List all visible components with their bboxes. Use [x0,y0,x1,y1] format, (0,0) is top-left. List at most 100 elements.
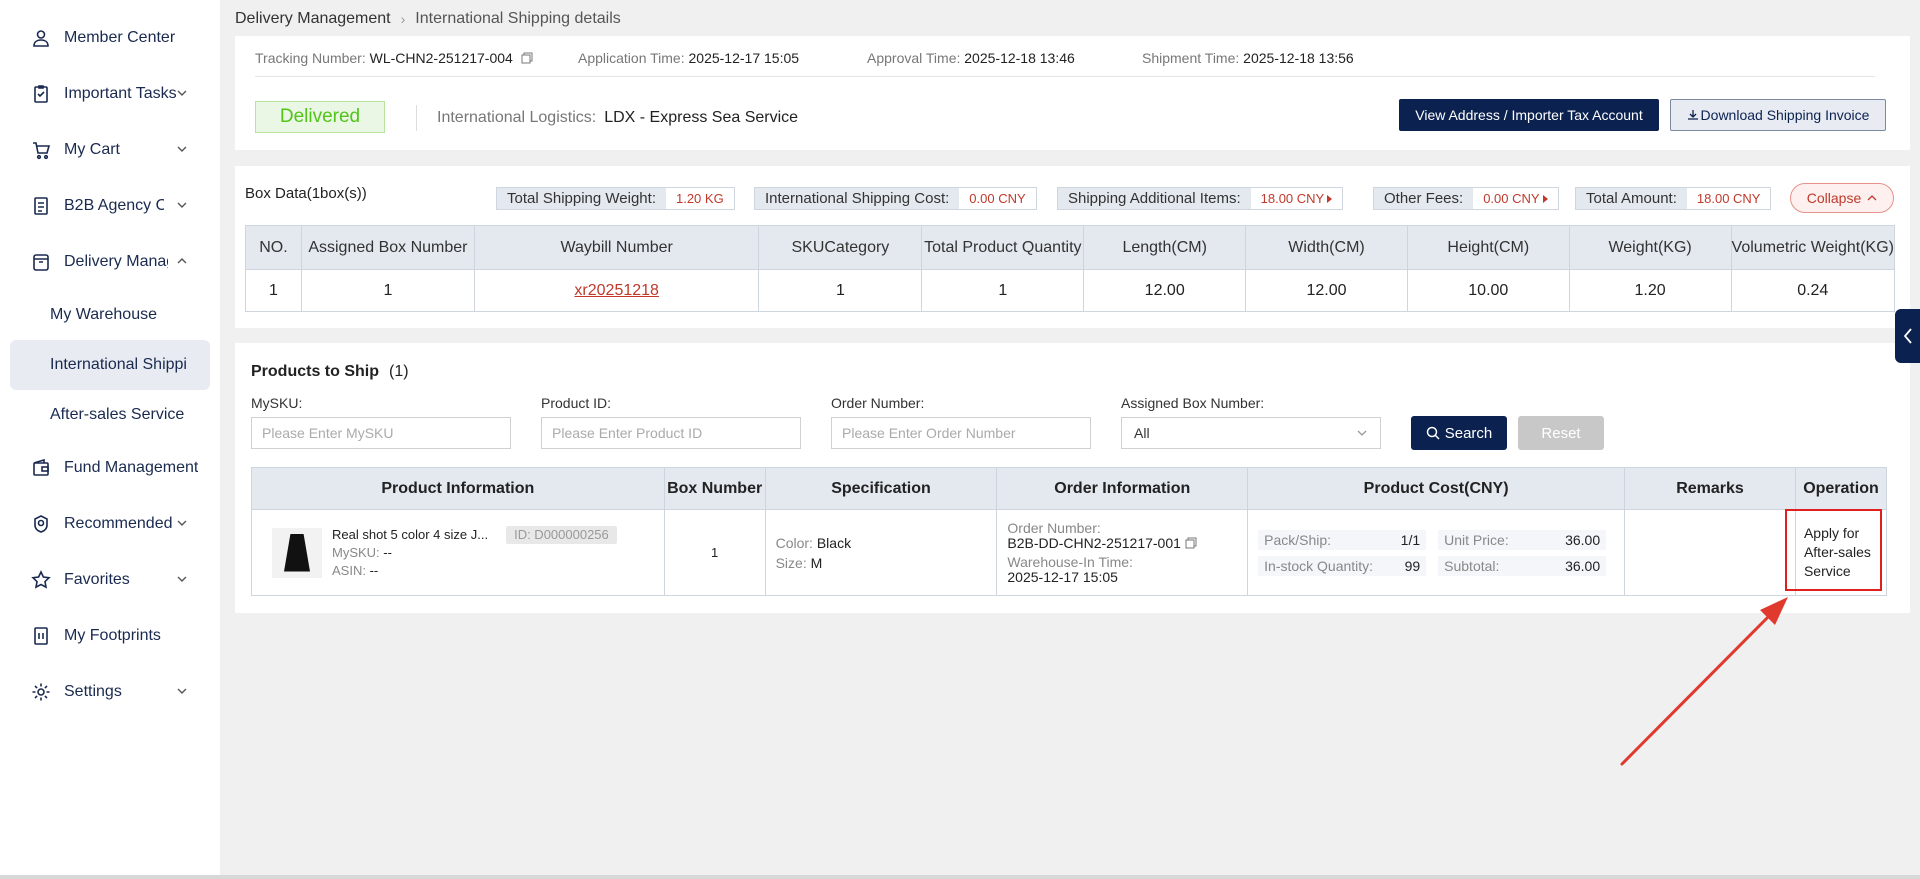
caret-right-icon [1327,194,1333,203]
sidebar-item-label: My Cart [64,141,120,158]
table-cell: xr20251218 [473,269,760,312]
sidebar-item-b2b-agency[interactable]: B2B Agency Orders [10,183,210,229]
sidebar-item-member-center[interactable]: Member Center [10,15,210,61]
table-cell: 10.00 [1406,269,1570,312]
sidebar-item-recommended[interactable]: Recommended [10,501,210,547]
sidebar-subitem-my-warehouse[interactable]: My Warehouse [10,290,210,340]
footprint-doc-icon [30,625,52,647]
table-header-row: Product Information Box Number Specifica… [251,467,1888,510]
sidebar-item-my-cart[interactable]: My Cart [10,127,210,173]
column-header: Volumetric Weight(KG) [1730,225,1896,270]
sidebar-item-settings[interactable]: Settings [10,669,210,715]
view-address-button[interactable]: View Address / Importer Tax Account [1399,99,1659,131]
breadcrumb-current: International Shipping details [415,10,621,27]
cost-pack-ship: Pack/Ship: 1/1 [1258,529,1427,550]
sidebar-item-favorites[interactable]: Favorites [10,557,210,603]
chevron-down-icon [1357,430,1367,436]
sidebar-subitem-label: After-sales Service [50,406,185,423]
order-info-cell: Order Number: B2B-DD-CHN2-251217-001 War… [996,509,1249,596]
summary-value-wrap: 0.00 CNY [1473,188,1558,209]
waybill-link[interactable]: xr20251218 [574,282,659,299]
sidebar-item-label: Delivery Management [64,253,168,270]
remarks-cell [1624,509,1796,596]
product-cost-cell: Pack/Ship: 1/1 Unit Price: 36.00 In-stock … [1247,509,1626,596]
cost-key: Subtotal: [1444,557,1500,574]
summary-shipping-additional-items[interactable]: Shipping Additional Items: 18.00 CNY [1057,187,1344,210]
warehouse-in-value: 2025-12-17 15:05 [1007,568,1118,585]
table-cell: 1 [245,269,302,312]
sidebar-item-important-tasks[interactable]: Important Tasks [10,71,210,117]
table-cell: 1.20 [1568,269,1732,312]
sidebar-item-label: Member Center [64,29,176,46]
column-header: Specification [764,467,998,510]
products-table: Product Information Box Number Specifica… [251,467,1888,596]
product-info-cell: Real shot 5 color 4 size J... ID: D000000… [251,509,665,596]
column-header: Weight(KG) [1568,225,1732,270]
sidebar-subitem-international-shipping[interactable]: International Shipping [10,340,210,390]
application-time: Application Time: 2025-12-17 15:05 [578,50,799,66]
chevron-down-icon [177,520,187,526]
warehouse-in-label: Warehouse-In Time: [1007,553,1133,570]
chevron-down-icon [177,688,187,694]
column-header: Waybill Number [473,225,760,270]
summary-international-shipping-cost: International Shipping Cost: 0.00 CNY [754,187,1037,210]
mysku-input[interactable] [251,417,511,449]
product-name[interactable]: Real shot 5 color 4 size J... [332,527,488,542]
summary-value: 0.00 CNY [1483,191,1540,206]
gear-icon [30,681,52,703]
collapse-button[interactable]: Collapse [1790,183,1894,213]
box-icon [30,251,52,273]
search-label: Search [1444,424,1493,442]
download-invoice-label: Download Shipping Invoice [1700,107,1870,123]
product-id-input[interactable] [541,417,801,449]
skirt-image [284,533,310,572]
horizontal-scrollbar[interactable] [0,875,1920,879]
product-id-badge: ID: D000000256 [506,525,617,544]
sidebar-item-label: Recommended [64,515,173,532]
cost-key: In-stock Quantity: [1264,557,1374,574]
collapse-label: Collapse [1806,190,1862,206]
sidebar-subitem-label: My Warehouse [50,306,157,323]
sidebar-item-label: Fund Management [64,459,199,476]
sidebar-item-my-footprints[interactable]: My Footprints [10,613,210,659]
cost-key: Pack/Ship: [1264,531,1332,548]
sidebar-item-delivery-management[interactable]: Delivery Management [10,239,210,285]
cost-subtotal: Subtotal: 36.00 [1438,555,1607,576]
product-meta: Real shot 5 color 4 size J... ID: D000000… [332,525,617,580]
mysku-label: MySKU: [251,395,303,411]
table-cell: 1 [758,269,923,312]
order-number-input[interactable] [831,417,1091,449]
wallet-icon [30,457,52,479]
sidebar-subitem-after-sales[interactable]: After-sales Service [10,390,210,440]
products-count: (1) [389,363,409,380]
breadcrumb-delivery-management[interactable]: Delivery Management [235,10,391,28]
sidebar-item-fund-management[interactable]: Fund Management [10,445,210,491]
download-invoice-button[interactable]: Download Shipping Invoice [1670,99,1886,131]
product-image[interactable] [272,527,322,578]
shipment-label: Shipment Time: [1142,50,1240,66]
summary-value-wrap: 18.00 CNY [1250,188,1343,209]
side-panel-toggle[interactable] [1895,309,1920,363]
chevron-down-icon [177,202,187,208]
search-icon [1426,426,1440,440]
user-icon [30,27,52,49]
cart-icon [30,139,52,161]
reset-button[interactable]: Reset [1518,416,1604,450]
cost-value: 36.00 [1565,557,1601,574]
copy-icon[interactable] [1185,537,1197,549]
spec-color-label: Color: [775,534,813,551]
sidebar-subitem-label: International Shipping [50,356,188,373]
cost-in-stock: In-stock Quantity: 99 [1258,555,1427,576]
tracking-value: WL-CHN2-251217-004 [369,50,513,66]
summary-other-fees[interactable]: Other Fees: 0.00 CNY [1373,187,1559,210]
copy-icon[interactable] [521,52,533,64]
search-button[interactable]: Search [1411,416,1507,450]
order-info-value: B2B-DD-CHN2-251217-001 [1007,534,1181,551]
box-data-card: Box Data(1box(s)) Total Shipping Weight:… [235,166,1910,328]
spec-size-value: M [810,554,823,571]
assigned-box-select[interactable]: All [1121,417,1381,449]
products-title: Products to Ship (1) [251,363,409,381]
asin-row-value: -- [369,562,379,578]
cost-value: 1/1 [1400,531,1421,548]
sidebar-item-label: My Footprints [64,627,161,644]
